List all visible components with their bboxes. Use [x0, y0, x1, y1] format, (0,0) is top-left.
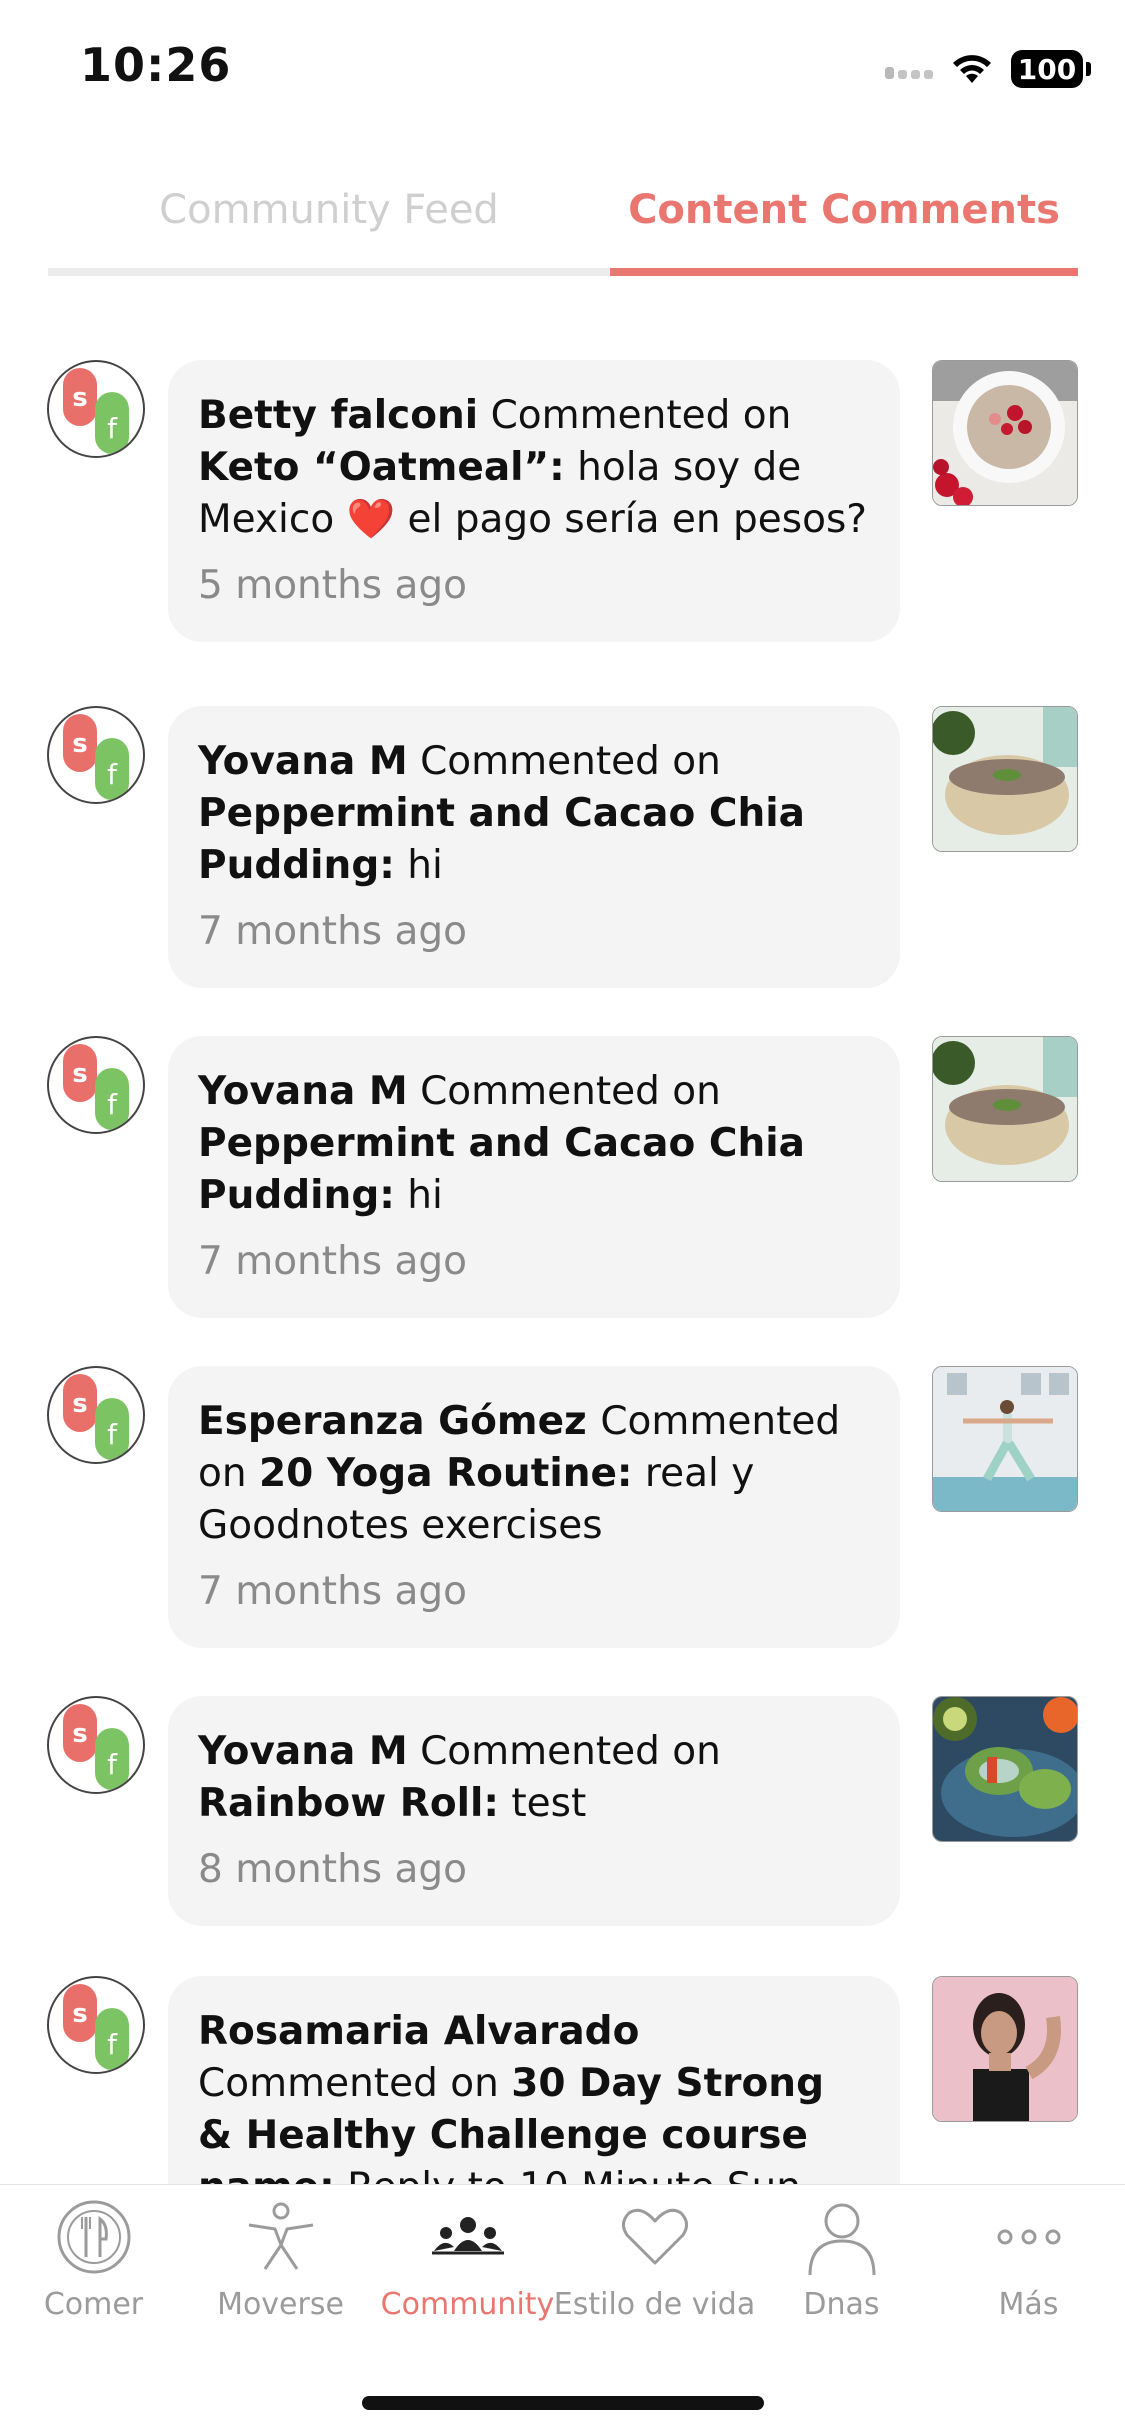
comment-user: Esperanza Gómez — [198, 1399, 601, 1444]
status-time: 10:26 — [80, 38, 232, 92]
comments-feed[interactable]: Betty falconi Commented on Keto “Oatmeal… — [0, 300, 1125, 2184]
person-stretch-icon — [248, 2202, 313, 2270]
comment-text: Rosamaria Alvarado Commented on 30 Day S… — [198, 2006, 870, 2184]
oatmeal-image — [933, 361, 1077, 505]
comment-user: Rosamaria Alvarado — [198, 2009, 640, 2054]
nav-label: Estilo de vida — [553, 2287, 756, 2322]
sf-logo-icon — [63, 1374, 129, 1460]
comment-bubble[interactable]: Rosamaria Alvarado Commented on 30 Day S… — [168, 1976, 900, 2184]
comment-action: Commented on — [198, 2061, 512, 2106]
comment-content-title: Peppermint and Cacao Chia Pudding: — [198, 791, 805, 888]
comment-user: Yovana M — [198, 1069, 408, 1114]
comment-time: 5 months ago — [198, 563, 468, 608]
comment-time: 7 months ago — [198, 1239, 468, 1284]
nav-estilo-de-vida[interactable]: Estilo de vida — [554, 2185, 755, 2345]
nav-label: Community — [380, 2287, 555, 2322]
sf-avatar[interactable] — [47, 1976, 145, 2074]
chia-pudding-image — [933, 1037, 1077, 1181]
status-icons: 100 — [885, 46, 1091, 92]
comment-bubble[interactable]: Yovana M Commented on Peppermint and Cac… — [168, 706, 900, 988]
comment-text: Betty falconi Commented on Keto “Oatmeal… — [198, 390, 870, 546]
comment-action: Commented on — [407, 739, 721, 784]
group-icon — [431, 2217, 504, 2255]
comment-content-title: Peppermint and Cacao Chia Pudding: — [198, 1121, 805, 1218]
comment-time: 8 months ago — [198, 1847, 468, 1892]
sf-avatar[interactable] — [47, 360, 145, 458]
comment-bubble[interactable]: Yovana M Commented on Peppermint and Cac… — [168, 1036, 900, 1318]
nav-label: Moverse — [217, 2287, 344, 2322]
content-thumbnail-chia-pudding[interactable] — [932, 1036, 1078, 1182]
nav-label: Dnas — [803, 2287, 880, 2322]
battery-level: 100 — [1017, 52, 1077, 86]
comment-text: Esperanza Gómez Commented on 20 Yoga Rou… — [198, 1396, 870, 1552]
comment-user: Yovana M — [198, 739, 408, 784]
sf-avatar[interactable] — [47, 706, 145, 804]
battery-icon: 100 — [1011, 50, 1091, 88]
status-bar: 10:26 100 — [0, 0, 1125, 140]
nav-community[interactable]: Community — [374, 2185, 561, 2345]
comment-action: Commented on — [478, 393, 792, 438]
tab-active-indicator — [610, 268, 1078, 276]
content-thumbnail-chia-pudding[interactable] — [932, 706, 1078, 852]
comment-body: hi — [394, 843, 443, 888]
comment-text: Yovana M Commented on Rainbow Roll: test — [198, 1726, 870, 1830]
comment-action: Commented on — [407, 1069, 721, 1114]
fitness-image — [933, 1977, 1077, 2121]
comment-body-cont: el pago sería en pesos? — [395, 497, 867, 542]
comment-body: hi — [394, 1173, 443, 1218]
sf-logo-icon — [63, 714, 129, 800]
heart-emoji: ❤️ — [346, 497, 396, 542]
tab-bar: Community Feed Content Comments — [48, 150, 1078, 276]
comment-bubble[interactable]: Esperanza Gómez Commented on 20 Yoga Rou… — [168, 1366, 900, 1648]
nav-mas[interactable]: Más — [935, 2185, 1122, 2345]
comment-content-title: Keto “Oatmeal”: — [198, 445, 565, 490]
nav-dnas[interactable]: Dnas — [748, 2185, 935, 2345]
nav-label: Comer — [43, 2287, 144, 2322]
sf-avatar[interactable] — [47, 1036, 145, 1134]
heart-icon — [621, 2208, 688, 2265]
rainbow-roll-image — [933, 1697, 1077, 1841]
content-thumbnail-yoga[interactable] — [932, 1366, 1078, 1512]
sf-avatar[interactable] — [47, 1696, 145, 1794]
sf-avatar[interactable] — [47, 1366, 145, 1464]
more-dots-icon — [997, 2229, 1060, 2245]
home-indicator[interactable] — [362, 2396, 764, 2410]
wifi-icon — [953, 55, 991, 83]
sf-logo-icon — [63, 368, 129, 454]
comment-text: Yovana M Commented on Peppermint and Cac… — [198, 736, 870, 892]
plate-cutlery-icon — [57, 2200, 130, 2274]
comment-body: test — [498, 1781, 587, 1826]
comment-user: Betty falconi — [198, 393, 479, 438]
content-thumbnail-fitness[interactable] — [932, 1976, 1078, 2122]
comment-action: Commented on — [407, 1729, 721, 1774]
comment-time: 7 months ago — [198, 909, 468, 954]
content-thumbnail-oatmeal[interactable] — [932, 360, 1078, 506]
comment-content-title: Rainbow Roll: — [198, 1781, 499, 1826]
nav-comer[interactable]: Comer — [0, 2185, 187, 2345]
yoga-image — [933, 1367, 1077, 1511]
comment-text: Yovana M Commented on Peppermint and Cac… — [198, 1066, 870, 1222]
content-thumbnail-rainbow-roll[interactable] — [932, 1696, 1078, 1842]
comment-content-title: 20 Yoga Routine: — [258, 1451, 633, 1496]
sf-logo-icon — [63, 1984, 129, 2070]
cellular-signal-icon — [885, 59, 933, 79]
tab-community-feed[interactable]: Community Feed — [48, 150, 610, 270]
comment-bubble[interactable]: Yovana M Commented on Rainbow Roll: test… — [168, 1696, 900, 1926]
sf-logo-icon — [63, 1704, 129, 1790]
nav-label: Más — [998, 2287, 1059, 2322]
person-icon — [808, 2203, 875, 2275]
nav-moverse[interactable]: Moverse — [187, 2185, 374, 2345]
chia-pudding-image — [933, 707, 1077, 851]
comment-time: 7 months ago — [198, 1569, 468, 1614]
comment-user: Yovana M — [198, 1729, 408, 1774]
comment-bubble[interactable]: Betty falconi Commented on Keto “Oatmeal… — [168, 360, 900, 642]
sf-logo-icon — [63, 1044, 129, 1130]
tab-content-comments[interactable]: Content Comments — [610, 150, 1078, 270]
